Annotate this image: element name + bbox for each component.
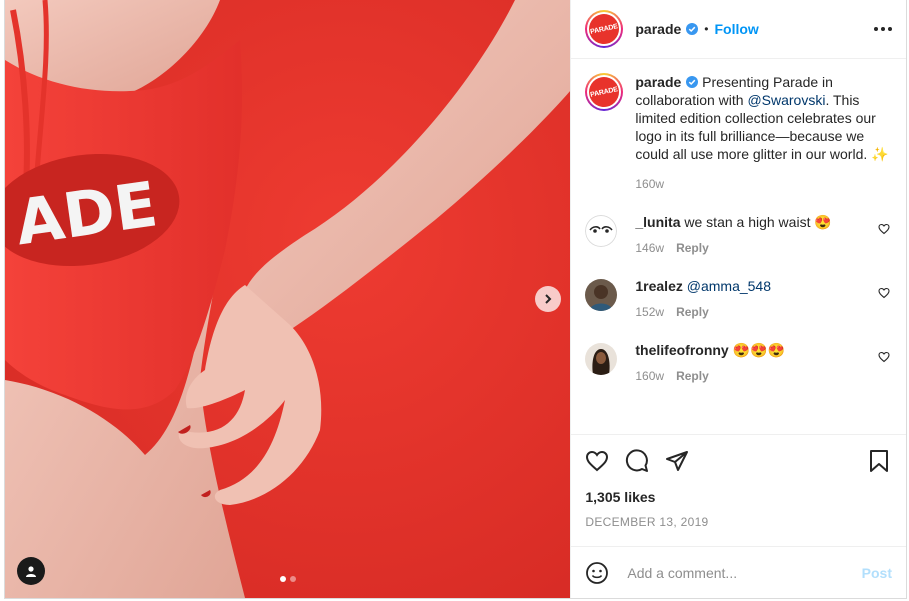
verified-badge-icon — [686, 76, 699, 88]
caption-time[interactable]: 160w — [635, 177, 664, 191]
add-comment-bar: Post — [571, 546, 906, 598]
carousel-dot — [290, 576, 296, 582]
post-container: ADE PARADE parade • Follow PARADE parade… — [4, 0, 907, 599]
post-photo: ADE — [5, 0, 571, 598]
comment-bubble-icon[interactable] — [625, 449, 649, 473]
carousel-next-button[interactable] — [535, 286, 561, 312]
chevron-right-icon — [545, 294, 552, 304]
reply-button[interactable]: Reply — [676, 241, 709, 255]
caption-mention[interactable]: @Swarovski — [747, 92, 825, 108]
post-date[interactable]: DECEMBER 13, 2019 — [585, 515, 890, 529]
user-icon — [26, 566, 36, 577]
profile-avatar[interactable]: PARADE — [585, 10, 624, 48]
comment-item: 1realez @amma_548 152w Reply — [585, 277, 890, 321]
reply-button[interactable]: Reply — [676, 305, 709, 319]
header-separator: • — [704, 22, 709, 36]
comments-list[interactable]: PARADE parade Presenting Parade in colla… — [571, 59, 906, 434]
comment-body: thelifeofronny 😍😍😍 160w Reply — [635, 341, 878, 385]
avatar-logo-text: PARADE — [586, 11, 623, 47]
comment-text: we stan a high waist 😍 — [680, 214, 832, 230]
caption-avatar[interactable]: PARADE — [585, 73, 624, 111]
like-comment-heart-icon[interactable] — [878, 351, 890, 363]
commenter-avatar[interactable] — [585, 215, 618, 247]
caption: PARADE parade Presenting Parade in colla… — [585, 73, 890, 193]
tagged-users-button[interactable] — [17, 557, 45, 585]
action-icons — [585, 449, 890, 473]
post-media[interactable]: ADE — [5, 0, 571, 598]
comment-input[interactable] — [625, 563, 862, 582]
comment-username[interactable]: _lunita — [635, 214, 680, 230]
save-bookmark-icon[interactable] — [868, 449, 890, 473]
carousel-indicator — [280, 576, 296, 582]
like-count[interactable]: 1,305 likes — [585, 489, 890, 505]
avatar-logo-text: PARADE — [586, 74, 623, 110]
header-username[interactable]: parade — [635, 21, 681, 37]
comment-username[interactable]: thelifeofronny — [635, 342, 728, 358]
more-dot-icon — [881, 27, 885, 31]
comment-time[interactable]: 152w — [635, 305, 664, 319]
caption-username[interactable]: parade — [635, 74, 681, 90]
share-paper-plane-icon[interactable] — [665, 449, 689, 473]
comment-body: 1realez @amma_548 152w Reply — [635, 277, 878, 321]
comment-item: thelifeofronny 😍😍😍 160w Reply — [585, 341, 890, 385]
emoji-smiley-icon[interactable] — [585, 561, 609, 585]
verified-badge-icon — [686, 23, 699, 35]
more-dot-icon — [888, 27, 892, 31]
more-options-button[interactable] — [874, 27, 892, 31]
like-comment-heart-icon[interactable] — [878, 223, 890, 235]
more-dot-icon — [874, 27, 878, 31]
post-actions: 1,305 likes DECEMBER 13, 2019 — [571, 434, 906, 546]
caption-body: parade Presenting Parade in collaboratio… — [635, 73, 890, 193]
commenter-avatar[interactable] — [585, 343, 618, 375]
comment-time[interactable]: 160w — [635, 369, 664, 383]
comment-item: _lunita we stan a high waist 😍 146w Reply — [585, 213, 890, 257]
post-side-panel: PARADE parade • Follow PARADE parade Pre… — [570, 0, 906, 598]
comment-username[interactable]: 1realez — [635, 278, 682, 294]
post-comment-button[interactable]: Post — [862, 565, 892, 581]
like-heart-icon[interactable] — [585, 449, 609, 473]
reply-button[interactable]: Reply — [676, 369, 709, 383]
post-header: PARADE parade • Follow — [571, 0, 906, 59]
comment-text: 😍😍😍 — [728, 342, 785, 358]
instagram-post-page: ADE PARADE parade • Follow PARADE parade… — [0, 0, 909, 601]
carousel-dot-active — [280, 576, 286, 582]
comment-time[interactable]: 146w — [635, 241, 664, 255]
comment-body: _lunita we stan a high waist 😍 146w Reply — [635, 213, 878, 257]
like-comment-heart-icon[interactable] — [878, 287, 890, 299]
comment-mention[interactable]: @amma_548 — [687, 278, 771, 294]
follow-button[interactable]: Follow — [715, 21, 759, 37]
commenter-avatar[interactable] — [585, 279, 618, 311]
